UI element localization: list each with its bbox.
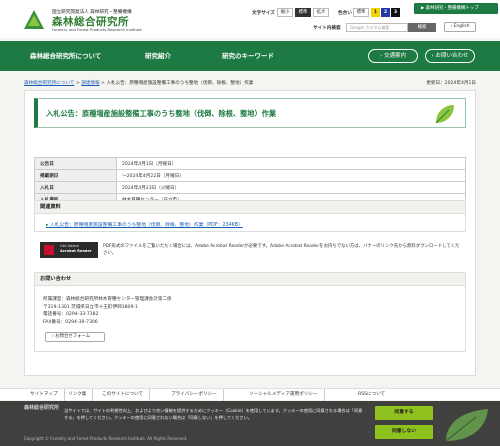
search-button[interactable]: 検索	[408, 23, 436, 32]
nav-item-about[interactable]: 森林総合研究所について	[30, 41, 101, 71]
row-label: 公告日	[34, 157, 117, 170]
color-1-button[interactable]: 1	[371, 8, 380, 17]
english-label: English	[453, 24, 470, 29]
page-title-box: 入札公告：原種増産施設整備工事のうち整地（伐倒、除根、整地）作業	[34, 98, 466, 128]
logo-icon[interactable]	[23, 9, 45, 31]
org-top-label: 森林研究・整備機構トップ	[425, 6, 479, 11]
main-nav: 森林総合研究所について 研究紹介 研究のキーワード › 交通案内 › お問い合わ…	[0, 41, 500, 71]
footer-link-rss[interactable]: RSSについて	[352, 389, 391, 401]
color-2-button[interactable]: 2	[381, 8, 390, 17]
table-row: 掲載期日 ～2024年4月22日（月曜日）	[34, 169, 466, 182]
pdf-link[interactable]: 入札公告：原種増産施設整備工事のうち整地（伐倒、除根、整地）作業（PDF：234…	[46, 221, 243, 228]
footer-logo: 森林総合研究所	[24, 405, 60, 411]
page-title: 入札公告：原種増産施設整備工事のうち整地（伐倒、除根、整地）作業	[46, 109, 277, 118]
breadcrumb-current: 入札公告：原種増産施設整備工事のうち整地（伐倒、除根、整地）作業	[106, 81, 254, 86]
row-value: 2024年4月23日（火曜日）	[116, 181, 466, 194]
row-value: 2024年4月1日（月曜日）	[116, 157, 466, 170]
site-header: 国立研究開発法人 森林研究・整備機構 森林総合研究所 Forestry and …	[0, 0, 500, 38]
color-label: 色合い	[338, 11, 352, 16]
color-standard-button[interactable]: 標準	[353, 8, 369, 17]
contact-heading: お問い合わせ	[35, 273, 465, 286]
adobe-icon	[44, 245, 54, 255]
contact-phone: 電話番号：0294-33-7182	[43, 312, 99, 317]
footer-link-links[interactable]: リンク集	[62, 389, 94, 401]
row-label: 掲載期日	[34, 169, 117, 182]
contact-address: 〒319-1301 茨城県日立市十王町伊師3809-1	[43, 304, 138, 310]
footer-links: サイトマップ リンク集 このサイトについて プライバシーポリシー ソーシャルメデ…	[0, 388, 500, 401]
breadcrumb: 森林総合研究所について > 調達情報 > 入札公告：原種増産施設整備工事のうち整…	[24, 80, 253, 86]
nav-item-keywords[interactable]: 研究のキーワード	[222, 41, 274, 71]
contact-fax: FAX番号：0294-39-7306	[43, 319, 98, 325]
search-label: サイト内検索	[313, 26, 341, 31]
leaf-icon	[435, 105, 454, 124]
color-3-button[interactable]: 3	[391, 8, 400, 17]
cookie-agree-button[interactable]: 同意する	[375, 406, 433, 420]
search-input[interactable]: Google カスタム検索	[346, 23, 408, 32]
footer-link-social[interactable]: ソーシャルメディア運用ポリシー	[243, 389, 325, 401]
footer-link-sitemap[interactable]: サイトマップ	[24, 389, 65, 401]
adobe-reader-badge[interactable]: Get Adobe Acrobat Reader	[40, 242, 98, 258]
table-row: 入札日 2024年4月23日（火曜日）	[34, 181, 466, 194]
breadcrumb-parent[interactable]: 調達情報	[81, 81, 99, 86]
org-top-button[interactable]: ▶ 森林研究・整備機構トップ	[414, 3, 498, 14]
updated-date: 更新日：2024年4月1日	[426, 81, 476, 86]
font-shrink-button[interactable]: 縮小	[277, 8, 293, 17]
row-label: 入札日	[34, 181, 117, 194]
leaf-decoration-icon	[445, 409, 488, 442]
row-value: ～2024年4月22日（月曜日）	[116, 169, 466, 182]
logo-english: Forestry and Forest Products Research In…	[52, 27, 142, 32]
contact-form-label: お問合せフォーム	[55, 334, 91, 339]
related-heading: 関連資料	[35, 201, 465, 214]
contact-dept: 所属課室：森林総合研究所林木育種センター管理課会計第二係	[43, 297, 172, 302]
adobe-badge-line2: Acrobat Reader	[60, 249, 92, 253]
contact-label: お問い合わせ	[435, 53, 469, 59]
footer-link-privacy[interactable]: プライバシーポリシー	[165, 389, 224, 401]
access-button[interactable]: › 交通案内	[368, 49, 418, 63]
contact-button[interactable]: › お問い合わせ	[425, 49, 475, 63]
nav-item-research[interactable]: 研究紹介	[145, 41, 171, 71]
footer-link-about-site[interactable]: このサイトについて	[96, 389, 151, 401]
access-label: 交通案内	[383, 53, 406, 59]
cookie-disagree-button[interactable]: 同意しない	[375, 425, 433, 439]
copyright: Copyright © Forestry and Forest Products…	[24, 436, 188, 441]
english-button[interactable]: › English	[444, 22, 476, 32]
table-row: 公告日 2024年4月1日（月曜日）	[34, 157, 466, 170]
font-enlarge-button[interactable]: 拡大	[313, 8, 329, 17]
font-standard-button[interactable]: 標準	[295, 8, 311, 17]
cookie-text: 当サイトでは、サイトの利便性向上、およびより良い情報を提供するためにクッキー（C…	[64, 408, 363, 420]
font-size-label: 文字サイズ	[252, 11, 275, 16]
breadcrumb-root[interactable]: 森林総合研究所について	[24, 81, 74, 86]
adobe-notice: PDF形式のファイルをご覧いただく場合には、Adobe Acrobat Read…	[103, 244, 460, 256]
contact-form-button[interactable]: › お問合せフォーム	[45, 332, 105, 342]
contact-info: 所属課室：森林総合研究所林木育種センター管理課会計第二係 〒319-1301 茨…	[43, 296, 172, 326]
